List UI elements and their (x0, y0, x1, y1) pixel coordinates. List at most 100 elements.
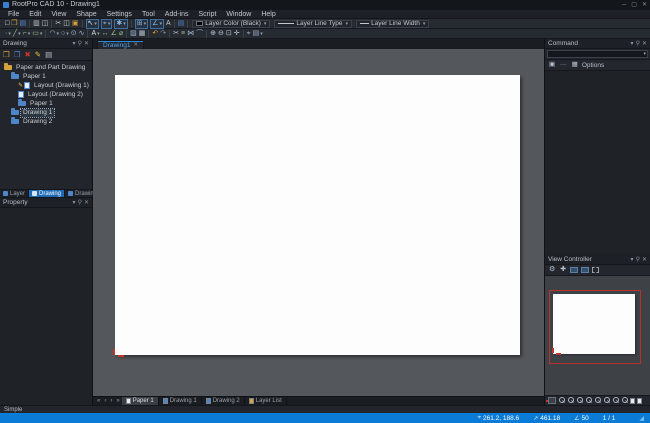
chevron-down-icon[interactable]: ▾ (144, 21, 147, 27)
chevron-down-icon[interactable]: ▾ (108, 21, 111, 27)
vc-zoom-preset-8-icon[interactable] (621, 397, 628, 404)
close-icon[interactable]: ✕ (642, 39, 647, 49)
menu-edit[interactable]: Edit (24, 10, 46, 19)
command-run-icon[interactable]: ▣ (548, 61, 556, 69)
copy-icon[interactable]: ◫ (62, 20, 71, 28)
vc-page-next-icon[interactable] (637, 397, 642, 404)
snap-mode-dropdown[interactable]: ⌖▾ (100, 18, 113, 29)
open-file-icon[interactable]: ❒ (10, 20, 18, 28)
layer-list-icon[interactable]: ▤ (177, 20, 186, 28)
vc-zoom-preset-4-icon[interactable] (585, 397, 592, 404)
menu-addins[interactable]: Add-ins (160, 10, 194, 19)
vc-saved-view-2-icon[interactable] (581, 267, 590, 273)
grid-display-dropdown[interactable]: ⊞▾ (134, 18, 149, 29)
close-icon[interactable]: ✕ (84, 198, 89, 208)
layer-line-type-dropdown[interactable]: Layer Line Type ▾ (274, 19, 353, 28)
sheet-tab-drawing2[interactable]: Drawing 2 (202, 397, 245, 405)
fillet-icon[interactable]: ⌒ (195, 30, 204, 38)
command-grid-icon[interactable]: ▦ (571, 61, 579, 69)
insert-image-icon[interactable]: ▦ (138, 30, 147, 38)
close-icon[interactable]: ✕ (133, 42, 138, 48)
mirror-icon[interactable]: ⋈ (186, 30, 195, 38)
zoom-extents-icon[interactable]: ⊡ (225, 30, 233, 38)
pan-icon[interactable]: ✛ (233, 30, 241, 38)
draw-polyline-icon[interactable]: ⌐▾ (22, 30, 32, 38)
vc-current-view-icon[interactable] (546, 397, 556, 404)
dimension-diameter-icon[interactable]: ⌀ (118, 30, 124, 38)
panel-menu-icon[interactable]: ▾ (631, 255, 634, 265)
trim-icon[interactable]: ✂ (172, 30, 180, 38)
vc-zoom-preset-6-icon[interactable] (603, 397, 610, 404)
resize-grip-icon[interactable]: ◢ (639, 415, 644, 422)
properties-tool-icon[interactable]: ▤▾ (252, 30, 264, 38)
dimension-angle-icon[interactable]: ∠ (110, 30, 118, 38)
tree-item-paper-1[interactable]: Paper 1 (0, 99, 92, 108)
properties-icon[interactable]: ▤ (44, 50, 53, 59)
vc-zoom-preset-3-icon[interactable] (576, 397, 583, 404)
sheet-nav-first-icon[interactable]: « (95, 397, 102, 405)
sheet-tab-drawing1[interactable]: Drawing 1 (159, 397, 202, 405)
panel-menu-icon[interactable]: ▾ (73, 198, 76, 208)
hatch-icon[interactable]: ▨ (129, 30, 138, 38)
close-button[interactable]: ✕ (642, 0, 647, 10)
document-tab-drawing1[interactable]: Drawing1 ✕ (97, 40, 145, 49)
vc-saved-view-1-icon[interactable] (570, 267, 579, 273)
chevron-down-icon[interactable]: ▾ (260, 31, 263, 37)
rename-icon[interactable]: ✎ (34, 50, 42, 59)
menu-script[interactable]: Script (194, 10, 222, 19)
command-input[interactable]: ▾ (547, 50, 648, 58)
new-drawing-icon[interactable]: ❒ (13, 50, 22, 59)
chevron-down-icon[interactable]: ▾ (159, 21, 162, 27)
tab-layer[interactable]: Layer (0, 190, 30, 197)
vc-page-prev-icon[interactable] (630, 397, 635, 404)
menu-shape[interactable]: Shape (71, 10, 101, 19)
panel-menu-icon[interactable]: ▾ (73, 39, 76, 49)
menu-view[interactable]: View (46, 10, 71, 19)
snap-point-dropdown[interactable]: ✱▾ (114, 18, 128, 29)
chevron-down-icon[interactable]: ▾ (97, 31, 100, 37)
vc-zoom-preset-7-icon[interactable] (612, 397, 619, 404)
chevron-down-icon[interactable]: ▾ (66, 31, 69, 37)
maximize-button[interactable]: ▢ (631, 0, 637, 10)
close-icon[interactable]: ✕ (84, 39, 89, 49)
draw-circle-icon[interactable]: ○▾ (60, 30, 70, 38)
tree-item-layout-drawing-2-[interactable]: Layout (Drawing 2) (0, 90, 92, 99)
vc-zoom-window-icon[interactable] (592, 267, 600, 273)
tree-item-layout-drawing-1-[interactable]: ✎ Layout (Drawing 1) (0, 81, 92, 90)
save-icon[interactable]: ▤ (19, 20, 28, 28)
command-panel-header[interactable]: Command ▾ ⚲ ✕ (545, 39, 650, 49)
vc-zoom-preset-1-icon[interactable] (558, 397, 565, 404)
draw-point-icon[interactable]: ·▾ (4, 30, 12, 38)
menu-file[interactable]: File (3, 10, 24, 19)
pin-icon[interactable]: ⚲ (636, 39, 640, 49)
drawing-panel-header[interactable]: Drawing ▾ ⚲ ✕ (0, 39, 92, 49)
delete-icon[interactable]: ✖ (23, 50, 31, 59)
tree-item-paper-and-part-drawing[interactable]: Paper and Part Drawing (0, 63, 92, 72)
chevron-down-icon[interactable]: ▾ (264, 21, 267, 27)
pin-icon[interactable]: ⚲ (636, 255, 640, 265)
draw-ellipse-icon[interactable]: ⊙ (70, 30, 78, 38)
draw-line-icon[interactable]: ╱▾ (12, 30, 22, 38)
panel-menu-icon[interactable]: ▾ (631, 39, 634, 49)
close-icon[interactable]: ✕ (642, 255, 647, 265)
print-icon[interactable]: ▥ (32, 20, 41, 28)
menu-help[interactable]: Help (256, 10, 280, 19)
view-controller-header[interactable]: View Controller ▾ ⚲ ✕ (545, 255, 650, 265)
tree-item-drawing-2[interactable]: Drawing 2 (0, 117, 92, 126)
chevron-down-icon[interactable]: ▾ (643, 51, 646, 57)
tab-drawing[interactable]: Drawing (29, 190, 66, 197)
layer-line-width-dropdown[interactable]: Layer Line Width ▾ (356, 19, 430, 28)
vc-pan-icon[interactable]: ✚ (559, 266, 567, 274)
draw-rect-icon[interactable]: ▭▾ (31, 30, 43, 38)
select-mode-dropdown[interactable]: ↖▾ (85, 18, 99, 29)
vc-settings-icon[interactable]: ⚙ (548, 266, 556, 274)
property-panel-header[interactable]: Property ▾ ⚲ ✕ (0, 198, 92, 208)
dimension-linear-icon[interactable]: ↔ (101, 30, 110, 38)
pin-icon[interactable]: ⚲ (78, 39, 82, 49)
minimize-button[interactable]: ─ (622, 0, 626, 10)
text-tool-icon[interactable]: A▾ (90, 30, 100, 38)
tree-item-paper-1[interactable]: Paper 1 (0, 72, 92, 81)
menu-window[interactable]: Window (221, 10, 256, 19)
chevron-down-icon[interactable]: ▾ (423, 21, 426, 27)
command-pause-icon[interactable]: — (559, 61, 568, 69)
